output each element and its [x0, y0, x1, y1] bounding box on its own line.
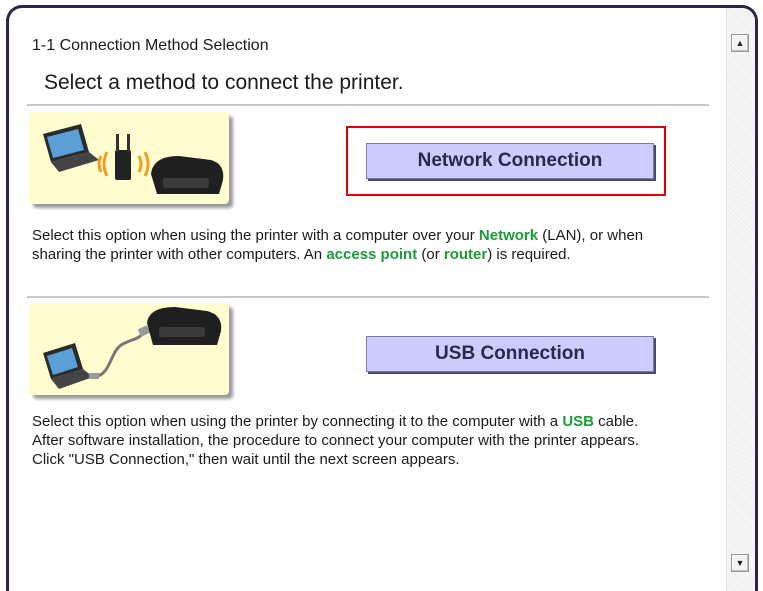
- usb-connection-button[interactable]: USB Connection: [366, 336, 654, 372]
- page-heading: Select a method to connect the printer.: [44, 71, 404, 94]
- keyword-router: router: [443, 246, 488, 263]
- content-pane: 1-1 Connection Method Selection Select a…: [9, 8, 727, 591]
- usb-description: Select this option when using the printe…: [32, 412, 672, 469]
- usb-printer-icon: [43, 307, 222, 389]
- network-desc-text-3: (or: [417, 246, 444, 263]
- vertical-scrollbar[interactable]: ▲ ▼: [726, 8, 755, 591]
- network-desc-text-1: Select this option when using the printe…: [32, 227, 479, 244]
- section-title: 1-1 Connection Method Selection: [32, 37, 269, 54]
- divider: [27, 104, 709, 106]
- usb-illustration: [29, 303, 229, 395]
- network-description: Select this option when using the printe…: [32, 226, 672, 264]
- usb-desc-text-1: Select this option when using the printe…: [32, 413, 563, 430]
- keyword-access-point: access point: [326, 246, 418, 263]
- network-desc-text-4: ) is required.: [487, 246, 571, 263]
- keyword-usb: USB: [562, 413, 594, 430]
- scroll-down-icon[interactable]: ▼: [731, 554, 749, 572]
- window-frame: 1-1 Connection Method Selection Select a…: [6, 5, 758, 591]
- network-illustration: [29, 112, 229, 204]
- divider: [27, 296, 709, 298]
- network-connection-button[interactable]: Network Connection: [366, 143, 654, 179]
- wireless-printer-icon: [43, 124, 224, 194]
- scroll-up-icon[interactable]: ▲: [731, 34, 749, 52]
- keyword-network: Network: [478, 227, 539, 244]
